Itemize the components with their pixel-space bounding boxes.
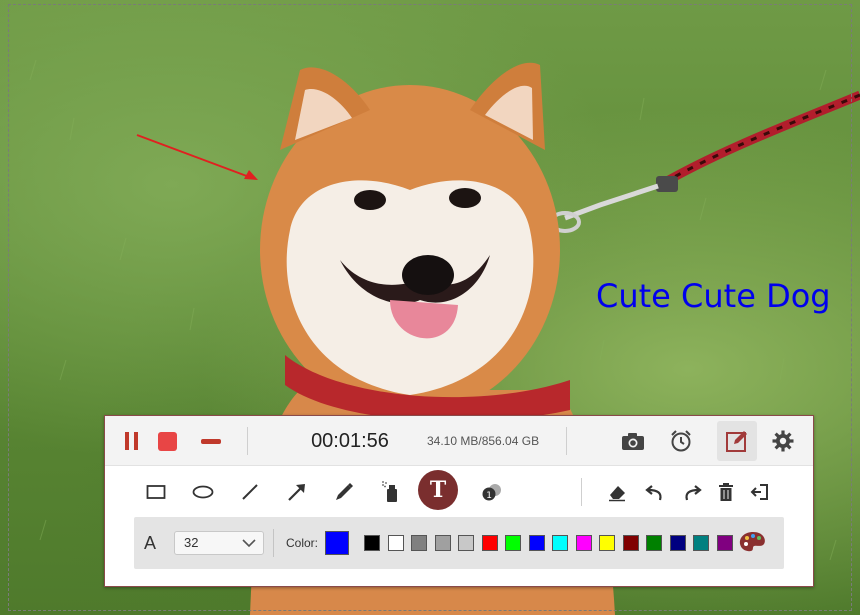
color-swatch[interactable] xyxy=(669,535,686,551)
pause-button[interactable] xyxy=(115,425,147,457)
color-swatch[interactable] xyxy=(387,535,404,551)
color-swatch[interactable] xyxy=(646,535,662,551)
minimize-icon xyxy=(201,438,221,444)
color-swatch[interactable] xyxy=(458,535,474,551)
eraser-tool[interactable] xyxy=(600,475,634,509)
redo-tool[interactable] xyxy=(675,475,709,509)
pencil-tool[interactable] xyxy=(327,475,361,509)
pencil-icon xyxy=(336,483,353,500)
divider xyxy=(581,478,582,506)
edit-button[interactable] xyxy=(717,421,757,461)
color-swatch[interactable] xyxy=(575,535,592,551)
font-label: A xyxy=(144,533,157,553)
pause-icon xyxy=(124,432,138,450)
camera-icon xyxy=(622,433,644,450)
palette-icon xyxy=(739,532,765,552)
ellipse-icon xyxy=(192,485,214,499)
color-swatch[interactable] xyxy=(599,535,615,551)
undo-icon xyxy=(645,485,662,501)
custom-color-button[interactable] xyxy=(738,530,768,556)
step-number-tool[interactable]: 1 xyxy=(475,475,509,509)
exit-icon xyxy=(750,484,768,500)
alarm-clock-icon xyxy=(671,430,691,452)
eraser-icon xyxy=(609,486,625,502)
stop-button[interactable] xyxy=(151,425,183,457)
line-tool[interactable] xyxy=(233,475,267,509)
color-label: Color: xyxy=(286,536,319,550)
exit-tool[interactable] xyxy=(743,475,777,509)
redo-icon xyxy=(685,485,702,501)
tool-properties-bar: A 32 Color: xyxy=(134,517,784,569)
arrow-icon xyxy=(288,484,305,501)
screenshot-button[interactable] xyxy=(617,425,649,457)
color-swatch[interactable] xyxy=(528,535,545,551)
file-size-info: 34.10 MB/856.04 GB xyxy=(427,434,540,448)
svg-text:1: 1 xyxy=(486,491,492,501)
spray-tool[interactable] xyxy=(374,475,408,509)
arrow-tool[interactable] xyxy=(280,475,314,509)
color-swatch[interactable] xyxy=(481,535,498,551)
text-tool[interactable]: T xyxy=(418,470,458,510)
recorder-panel: 00:01:56 34.10 MB/856.04 GB T 1 A 32 Col… xyxy=(104,415,814,587)
gear-icon xyxy=(772,430,794,452)
color-swatch[interactable] xyxy=(693,535,709,551)
color-swatch[interactable] xyxy=(434,535,451,551)
numbered-callout-icon: 1 xyxy=(482,484,501,501)
color-swatch[interactable] xyxy=(716,535,733,551)
drawing-tools-row: T 1 xyxy=(105,468,813,518)
text-annotation[interactable]: Cute Cute Dog xyxy=(596,276,831,316)
stop-icon xyxy=(157,431,177,451)
color-swatch[interactable] xyxy=(364,535,380,551)
current-color-swatch[interactable] xyxy=(325,531,349,555)
color-swatch[interactable] xyxy=(622,535,639,551)
recording-timer: 00:01:56 xyxy=(311,430,389,452)
rectangle-icon xyxy=(146,485,166,499)
divider xyxy=(247,427,248,455)
font-size-value: 32 xyxy=(184,535,199,550)
chevron-down-icon xyxy=(242,539,256,548)
divider xyxy=(273,529,274,557)
edit-icon xyxy=(726,431,747,452)
line-icon xyxy=(242,484,258,500)
color-swatch[interactable] xyxy=(505,535,521,551)
recording-controls-row: 00:01:56 34.10 MB/856.04 GB xyxy=(105,416,813,466)
minimize-button[interactable] xyxy=(195,425,227,457)
delete-tool[interactable] xyxy=(709,475,743,509)
divider xyxy=(566,427,567,455)
color-swatch[interactable] xyxy=(552,535,568,551)
text-icon: T xyxy=(429,477,447,503)
schedule-button[interactable] xyxy=(665,425,697,457)
font-size-select[interactable]: 32 xyxy=(174,531,264,555)
ellipse-tool[interactable] xyxy=(186,475,220,509)
undo-tool[interactable] xyxy=(638,475,672,509)
trash-icon xyxy=(719,483,733,501)
rectangle-tool[interactable] xyxy=(139,475,173,509)
spray-icon xyxy=(382,481,397,502)
settings-button[interactable] xyxy=(767,425,799,457)
color-swatch[interactable] xyxy=(411,535,427,551)
